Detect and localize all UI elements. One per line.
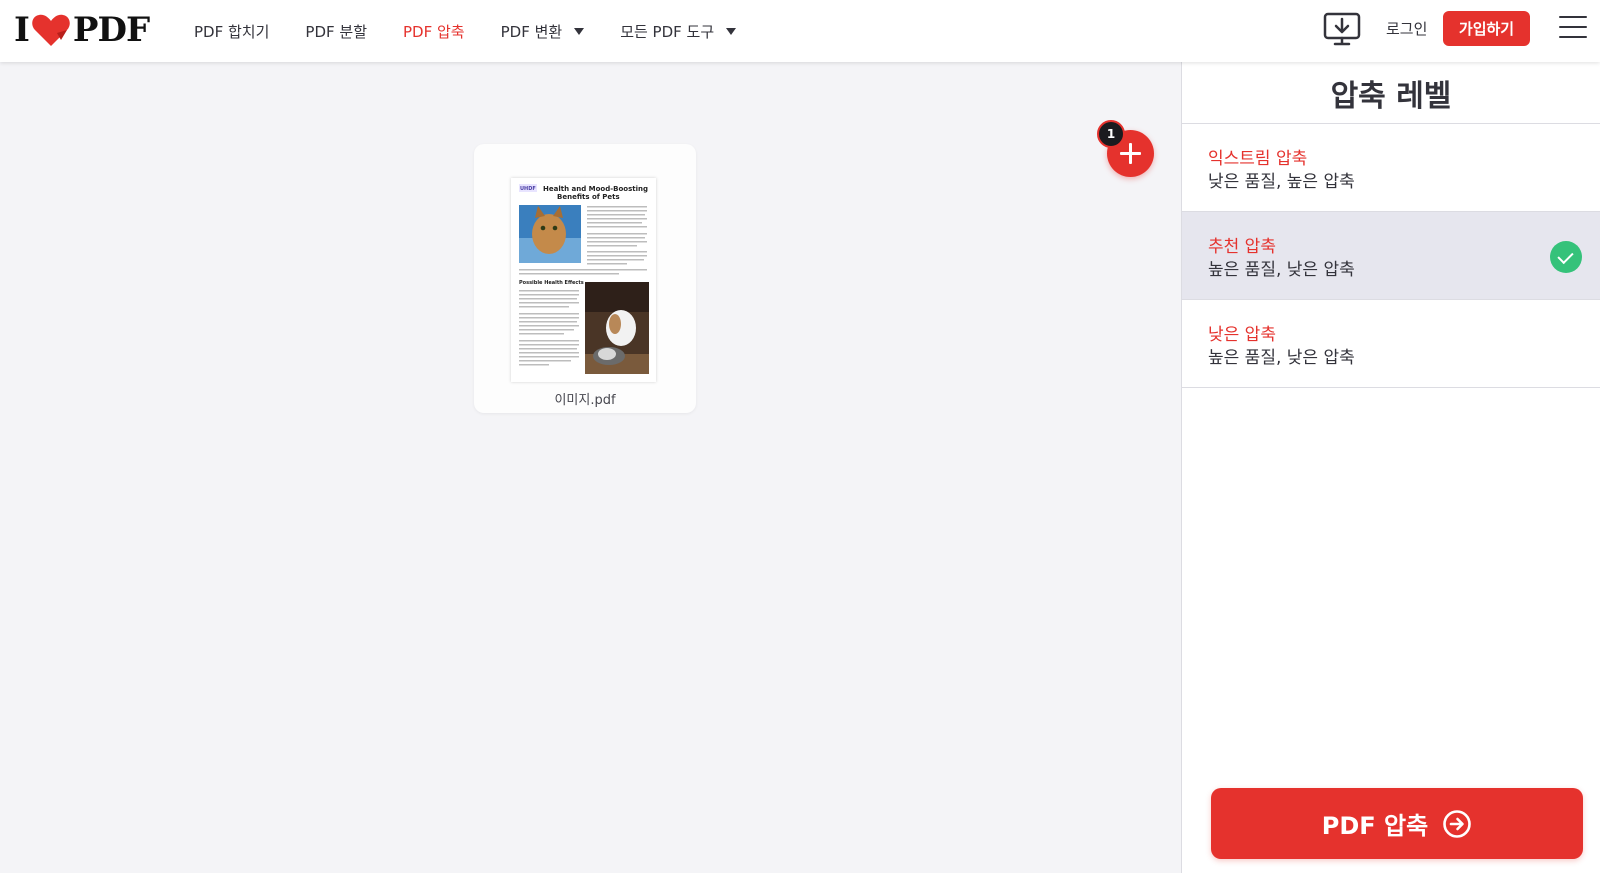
logo-letter-pdf: PDF: [72, 10, 150, 50]
file-card[interactable]: UHDF Health and Mood-Boosting Benefits o…: [474, 144, 696, 413]
compression-sidebar: 압축 레벨 익스트림 압축 낮은 품질, 높은 압축 추천 압축 높은 품질, …: [1181, 62, 1600, 873]
nav-split-pdf[interactable]: PDF 분할: [305, 21, 367, 42]
nav-label: PDF 분할: [305, 22, 367, 41]
desktop-download-icon[interactable]: [1322, 11, 1362, 47]
compress-button-label: PDF 압축: [1321, 812, 1429, 840]
hamburger-menu-icon[interactable]: [1559, 16, 1587, 40]
thumbnail-title-line1: Health and Mood-Boosting: [543, 185, 648, 193]
menu-bar: [1559, 16, 1587, 18]
caret-down-icon: [574, 27, 585, 35]
svg-text:UHDF: UHDF: [520, 186, 536, 192]
menu-bar: [1559, 26, 1587, 28]
sidebar-title: 압축 레벨: [1182, 62, 1600, 124]
option-low-compression[interactable]: 낮은 압축 높은 품질, 낮은 압축: [1182, 300, 1600, 388]
heart-icon: [32, 14, 70, 46]
option-title: 추천 압축: [1208, 237, 1276, 257]
thumbnail-subhead: Possible Health Effects: [519, 280, 584, 286]
option-title: 익스트림 압축: [1208, 149, 1308, 169]
file-name: 이미지.pdf: [554, 393, 616, 408]
menu-bar: [1559, 36, 1587, 38]
nav-compress-pdf[interactable]: PDF 압축: [403, 21, 465, 42]
nav-label: 모든 PDF 도구: [620, 22, 715, 41]
option-description: 낮은 품질, 높은 압축: [1208, 172, 1355, 192]
nav-convert-pdf[interactable]: PDF 변환: [501, 21, 585, 42]
thumbnail-title-line2: Benefits of Pets: [557, 193, 620, 201]
option-extreme-compression[interactable]: 익스트림 압축 낮은 품질, 높은 압축: [1182, 124, 1600, 212]
nav-label: PDF 합치기: [194, 22, 270, 41]
nav-merge-pdf[interactable]: PDF 합치기: [194, 21, 269, 42]
option-title: 낮은 압축: [1208, 325, 1276, 345]
nav-label: PDF 변환: [500, 22, 563, 41]
logo-letter-i: I: [14, 10, 30, 50]
signup-button[interactable]: 가입하기: [1443, 11, 1530, 46]
ilovepdf-logo[interactable]: I PDF: [14, 10, 150, 50]
check-icon: [1550, 241, 1582, 273]
arrow-right-circle-icon: [1443, 809, 1472, 838]
top-header: I PDF PDF 합치기 PDF 분할 PDF 압축 PDF 변환 모든 PD…: [0, 0, 1600, 62]
option-description: 높은 품질, 낮은 압축: [1208, 348, 1355, 368]
main-nav: PDF 합치기 PDF 분할 PDF 압축 PDF 변환 모든 PDF 도구: [194, 0, 772, 62]
option-description: 높은 품질, 낮은 압축: [1208, 260, 1355, 280]
file-count-badge: 1: [1097, 120, 1125, 148]
option-recommended-compression[interactable]: 추천 압축 높은 품질, 낮은 압축: [1182, 212, 1600, 300]
pdf-thumbnail: UHDF Health and Mood-Boosting Benefits o…: [511, 178, 656, 382]
compress-pdf-button[interactable]: PDF 압축: [1211, 788, 1583, 859]
caret-down-icon: [726, 27, 737, 35]
pdf-page-preview: UHDF Health and Mood-Boosting Benefits o…: [511, 178, 656, 382]
nav-all-pdf-tools[interactable]: 모든 PDF 도구: [620, 21, 737, 42]
nav-label: PDF 압축: [403, 22, 465, 41]
file-workspace: UHDF Health and Mood-Boosting Benefits o…: [0, 62, 1181, 873]
login-link[interactable]: 로그인: [1386, 18, 1427, 39]
